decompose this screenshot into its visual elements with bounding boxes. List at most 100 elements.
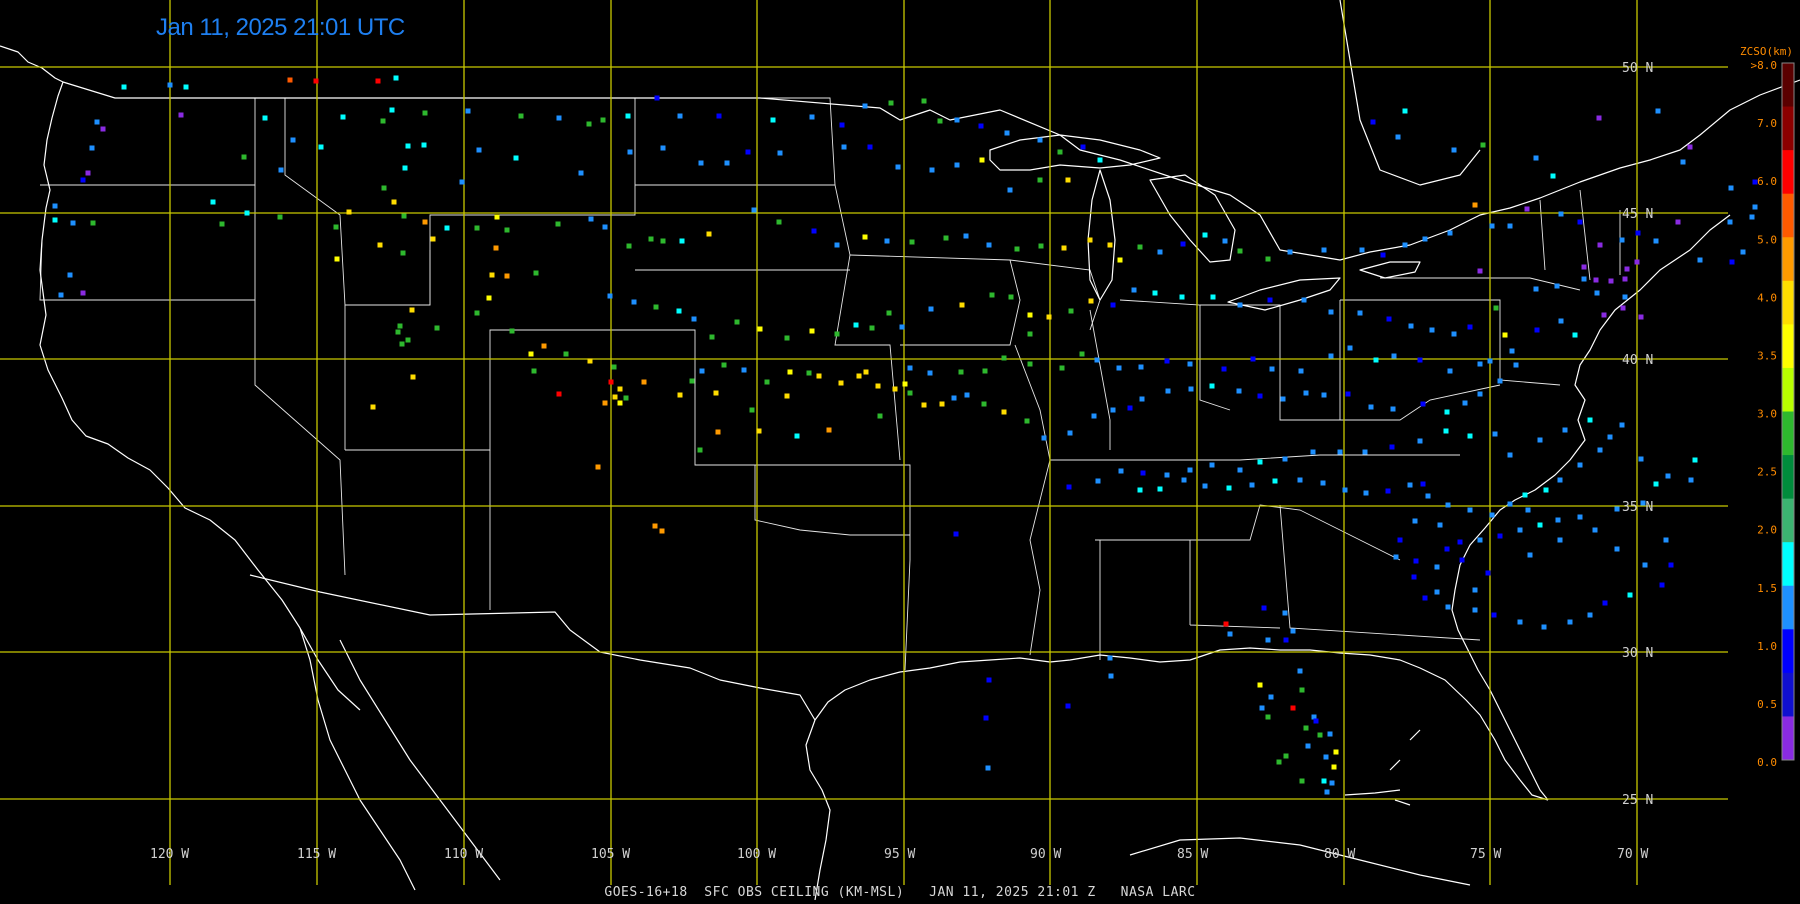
station-marker: [1447, 368, 1453, 374]
station-marker: [1577, 514, 1583, 520]
station-marker: [486, 295, 492, 301]
station-marker: [963, 233, 969, 239]
station-marker: [595, 464, 601, 470]
station-marker: [1209, 383, 1215, 389]
station-marker: [421, 142, 427, 148]
legend-swatch: [1782, 455, 1794, 500]
station-marker: [1236, 388, 1242, 394]
station-marker: [80, 290, 86, 296]
state-boundaries: [39, 97, 1621, 671]
station-marker: [89, 145, 95, 151]
station-marker: [219, 221, 225, 227]
station-marker: [1187, 467, 1193, 473]
station-marker: [607, 293, 613, 299]
station-marker: [1593, 277, 1599, 283]
station-marker: [1088, 298, 1094, 304]
station-marker: [1534, 327, 1540, 333]
station-marker: [1507, 452, 1513, 458]
station-marker: [1533, 155, 1539, 161]
station-marker: [1487, 358, 1493, 364]
station-marker: [1014, 246, 1020, 252]
station-marker: [1445, 502, 1451, 508]
station-marker: [1362, 449, 1368, 455]
station-marker: [1587, 417, 1593, 423]
station-marker: [241, 154, 247, 160]
station-marker: [444, 225, 450, 231]
station-marker: [1313, 718, 1319, 724]
station-marker: [1417, 438, 1423, 444]
station-marker: [1634, 259, 1640, 265]
lon-label: 110 W: [444, 847, 483, 862]
station-marker: [1517, 527, 1523, 533]
station-marker: [1507, 501, 1513, 507]
legend-label: 7.0: [1757, 117, 1777, 130]
legend-swatch: [1782, 237, 1794, 282]
station-marker: [334, 256, 340, 262]
station-marker: [1368, 404, 1374, 410]
lon-label: 95 W: [884, 847, 915, 862]
station-marker: [600, 117, 606, 123]
station-marker: [1321, 247, 1327, 253]
station-marker: [794, 433, 800, 439]
station-marker: [1391, 353, 1397, 359]
station-marker: [1001, 355, 1007, 361]
station-marker: [1620, 305, 1626, 311]
station-marker: [556, 391, 562, 397]
station-marker: [863, 369, 869, 375]
station-marker: [1749, 214, 1755, 220]
station-marker: [1180, 241, 1186, 247]
station-marker: [1267, 297, 1273, 303]
station-marker: [1665, 473, 1671, 479]
station-marker: [1655, 108, 1661, 114]
station-marker: [183, 84, 189, 90]
legend-label: 1.0: [1757, 640, 1777, 653]
station-marker: [1638, 314, 1644, 320]
station-marker: [862, 103, 868, 109]
station-marker: [734, 319, 740, 325]
station-marker: [1602, 600, 1608, 606]
station-marker: [1333, 749, 1339, 755]
station-marker: [1497, 533, 1503, 539]
station-marker: [1638, 456, 1644, 462]
station-marker: [1740, 249, 1746, 255]
station-marker: [1697, 257, 1703, 263]
station-marker: [1237, 467, 1243, 473]
lon-label: 70 W: [1617, 847, 1648, 862]
legend-swatch: [1782, 672, 1794, 717]
station-marker: [689, 378, 695, 384]
weather-map: 50 N 45 N 40 N 35 N 30 N 25 N 120 W 115 W 110 W 1…: [0, 0, 1800, 901]
station-marker: [494, 214, 500, 220]
station-marker: [1489, 223, 1495, 229]
station-marker: [504, 227, 510, 233]
station-marker: [806, 370, 812, 376]
station-marker: [531, 368, 537, 374]
station-marker: [1317, 732, 1323, 738]
station-marker: [1370, 119, 1376, 125]
station-marker: [959, 302, 965, 308]
station-marker: [1627, 592, 1633, 598]
station-marker: [1459, 557, 1465, 563]
station-marker: [1080, 144, 1086, 150]
station-marker: [287, 77, 293, 83]
station-marker: [811, 228, 817, 234]
legend-label: 5.0: [1757, 233, 1777, 246]
station-marker: [1221, 366, 1227, 372]
station-marker: [1688, 477, 1694, 483]
station-marker: [1422, 236, 1428, 242]
station-marker: [1587, 612, 1593, 618]
station-marker: [402, 165, 408, 171]
station-marker: [513, 155, 519, 161]
station-marker: [94, 119, 100, 125]
station-marker: [1157, 486, 1163, 492]
station-marker: [659, 528, 665, 534]
station-marker: [459, 179, 465, 185]
station-marker: [907, 365, 913, 371]
station-marker: [474, 310, 480, 316]
station-marker: [1477, 268, 1483, 274]
station-marker: [1046, 314, 1052, 320]
station-marker: [405, 143, 411, 149]
legend-swatch: [1782, 716, 1794, 761]
station-marker: [1607, 434, 1613, 440]
station-marker: [1027, 361, 1033, 367]
station-marker: [1324, 789, 1330, 795]
